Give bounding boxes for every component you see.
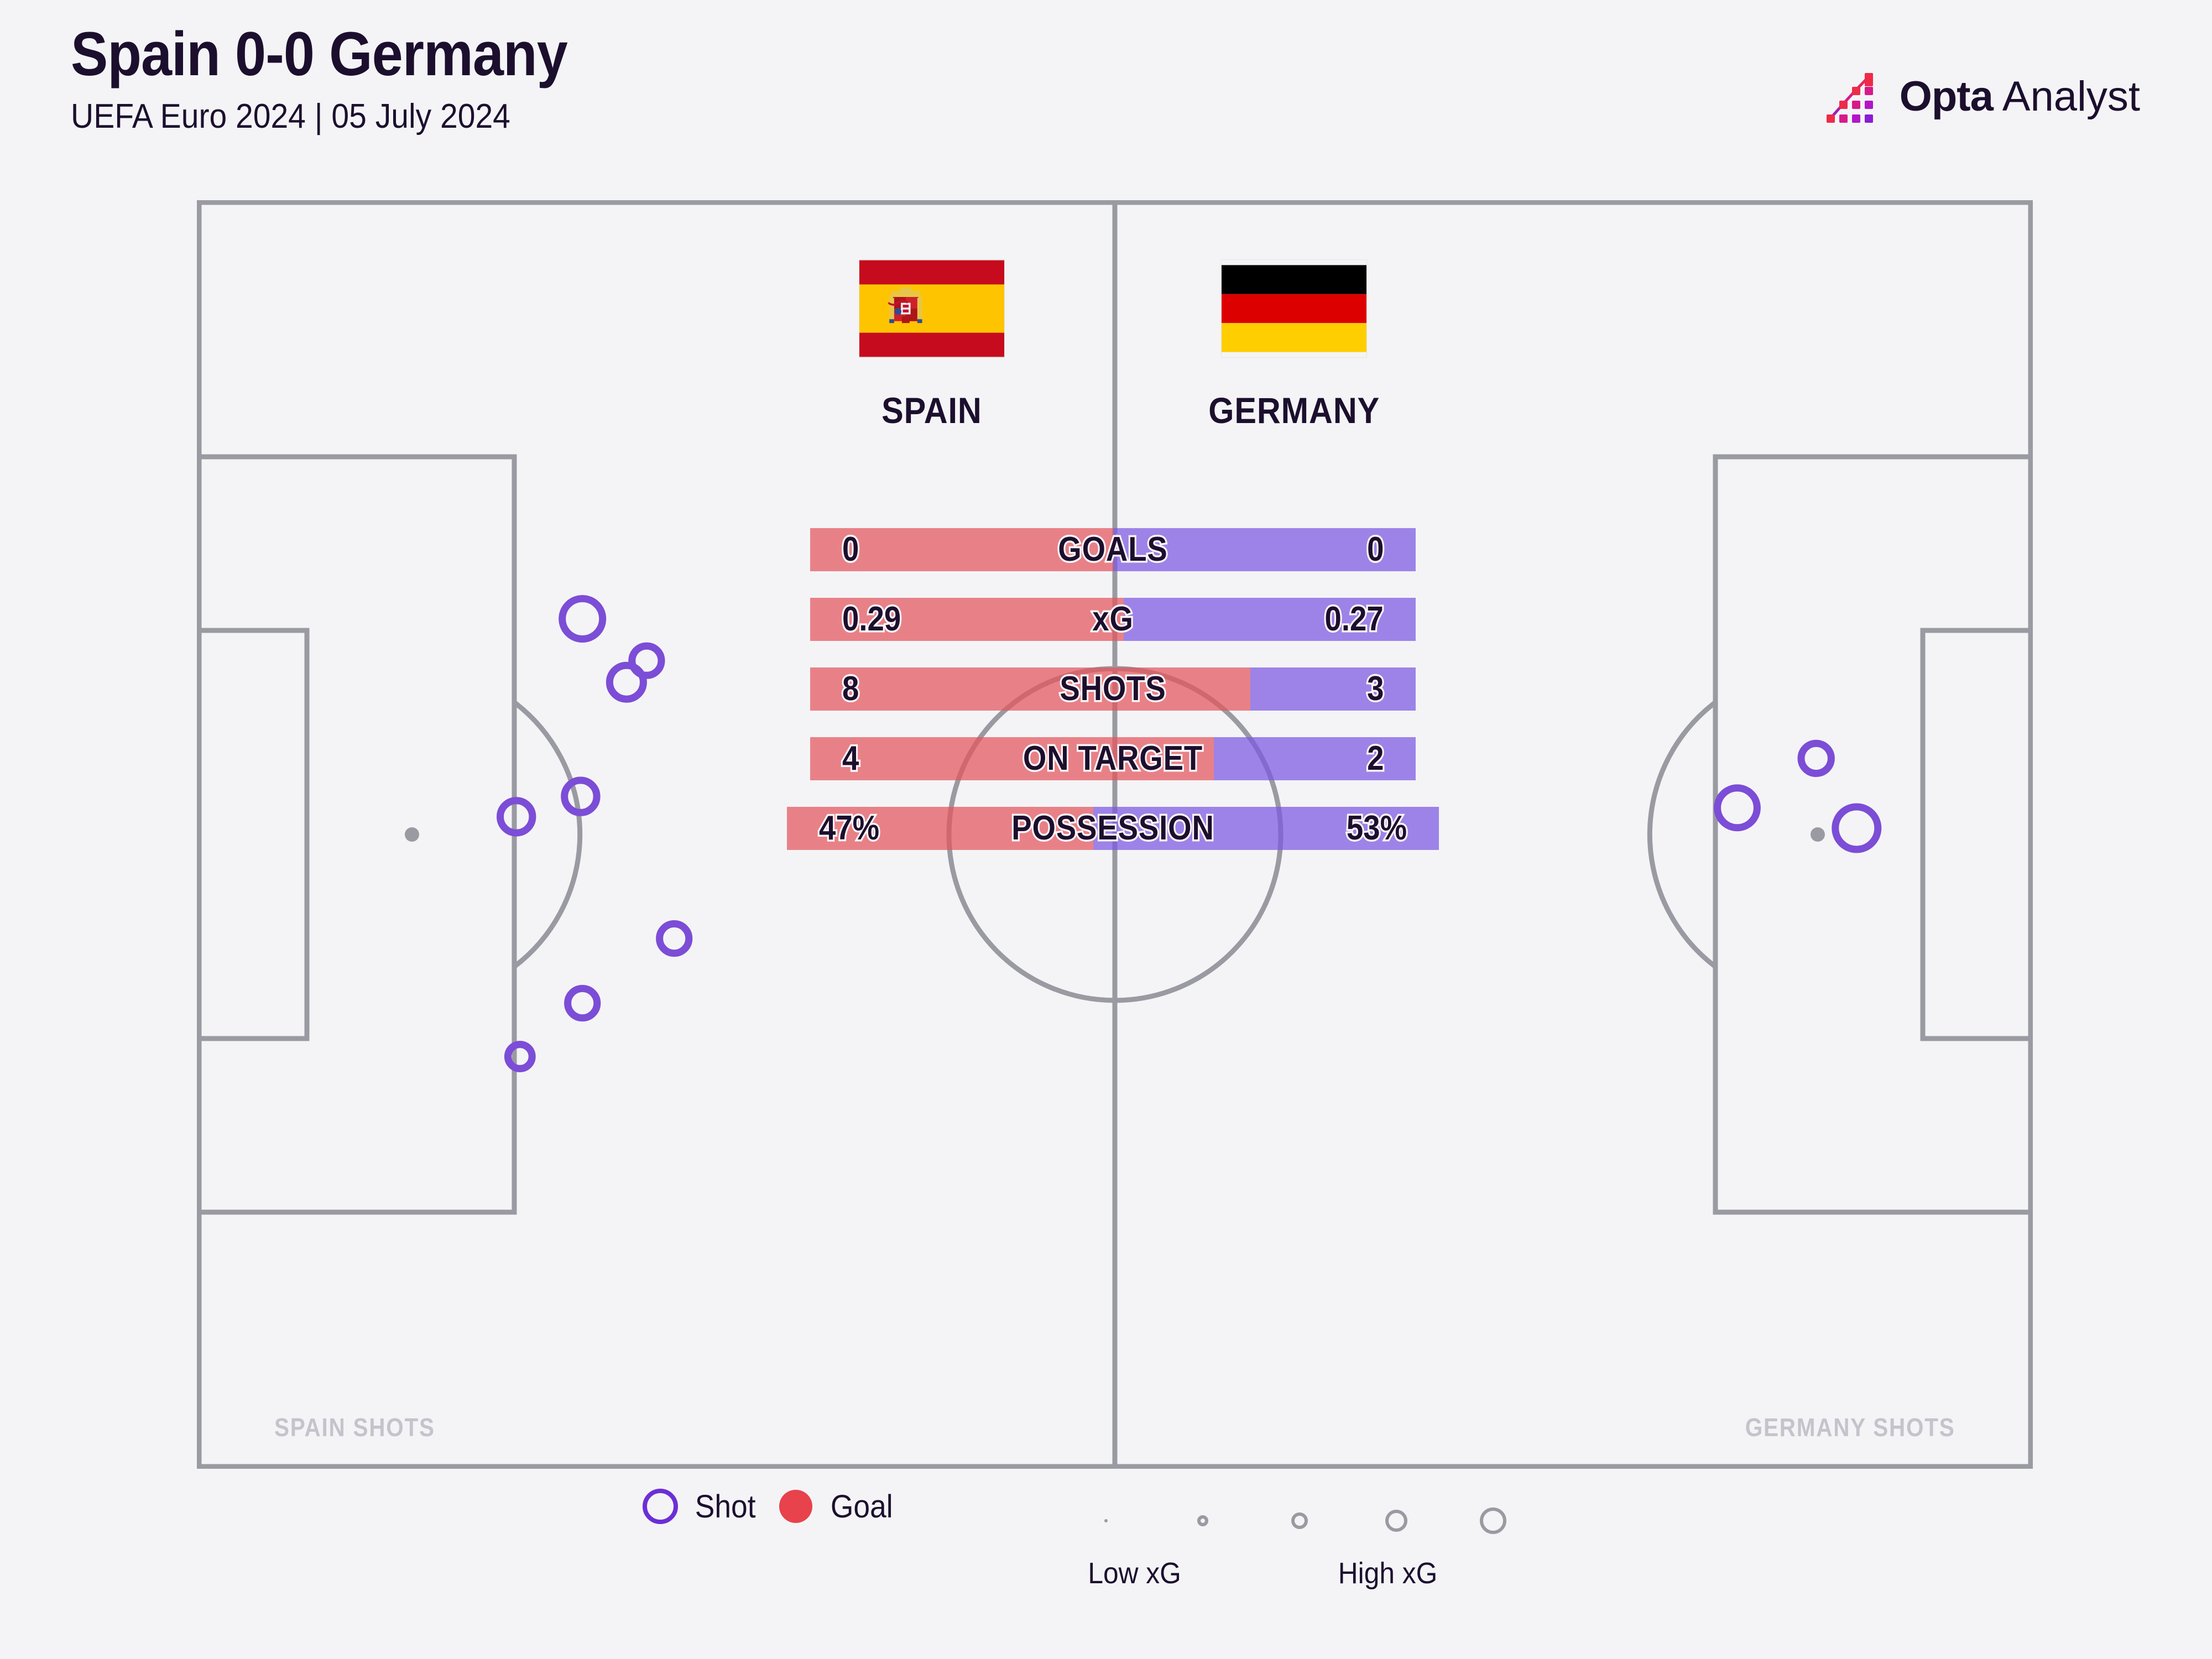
shot-marker <box>559 595 607 643</box>
stat-value-away: 0 <box>1365 529 1386 571</box>
xg-size-circle <box>1197 1515 1208 1526</box>
stat-value-away: 2 <box>1365 738 1386 780</box>
page-title: Spain 0-0 Germany <box>71 19 568 88</box>
brand-light: Analyst <box>1992 73 2140 120</box>
stat-label: xG <box>1091 598 1135 640</box>
stat-row: 8 SHOTS 3 <box>810 667 1416 711</box>
legend-shot-label: Shot <box>695 1488 756 1525</box>
spain-flag <box>859 260 1004 357</box>
team-home: SPAIN <box>810 260 1053 492</box>
team-home-name: SPAIN <box>881 390 982 431</box>
legend-goal: Goal <box>777 1488 896 1525</box>
legend-high-xg-label: High xG <box>1338 1557 1438 1590</box>
stat-value-away: 3 <box>1365 668 1386 710</box>
legend-marker-types: Shot Goal <box>641 1488 896 1525</box>
stat-comparison-bars: 0 GOALS 0 0.29 xG 0.27 8 SHOTS 3 4 ON TARGET 2 47% PO… <box>787 528 1439 877</box>
stat-label: ON TARGET <box>1021 738 1204 780</box>
opta-analyst-logo: Opta Analyst <box>1824 66 2140 127</box>
opta-wordmark: Opta Analyst <box>1900 76 2140 118</box>
xg-size-circle <box>1480 1507 1506 1534</box>
stat-row: 0.29 xG 0.27 <box>810 598 1416 641</box>
team-away-name: GERMANY <box>1208 390 1380 431</box>
shot-marker <box>504 1041 536 1072</box>
legend-low-xg-label: Low xG <box>1088 1557 1181 1590</box>
brand-bold: Opta <box>1899 73 1994 120</box>
xg-size-circle <box>1104 1519 1108 1522</box>
shot-marker <box>564 985 601 1022</box>
team-away: GERMANY <box>1172 260 1416 492</box>
legend-shot: Shot <box>641 1488 758 1525</box>
xg-size-circle <box>1385 1510 1407 1532</box>
stat-label: SHOTS <box>1058 668 1167 710</box>
right-pitch-label: GERMANY SHOTS <box>1745 1413 1955 1442</box>
xg-size-circle <box>1291 1512 1308 1529</box>
shot-marker <box>606 661 647 703</box>
legend: Shot Goal Low xG High xG <box>0 1488 2212 1631</box>
header: Spain 0-0 Germany UEFA Euro 2024 | 05 Ju… <box>0 0 2212 188</box>
legend-goal-label: Goal <box>831 1488 893 1525</box>
stat-row: 47% POSSESSION 53% <box>787 807 1439 850</box>
xg-size-row <box>1084 1488 1637 1554</box>
stat-label: POSSESSION <box>1010 807 1215 849</box>
shot-marker <box>561 776 601 816</box>
legend-xg-scale: Low xG High xG <box>1084 1488 1637 1590</box>
shot-circle-icon <box>643 1489 678 1524</box>
shot-marker <box>1797 739 1835 778</box>
stat-row: 0 GOALS 0 <box>810 528 1416 571</box>
stat-value-away: 0.27 <box>1323 598 1385 640</box>
opta-staircase-icon <box>1826 73 1873 123</box>
shot-marker <box>1714 784 1761 832</box>
goal-circle-icon <box>779 1490 813 1523</box>
page-subtitle: UEFA Euro 2024 | 05 July 2024 <box>71 97 510 135</box>
stat-label: GOALS <box>1056 529 1169 571</box>
team-header-row: SPAIN GERMANY <box>810 260 1416 492</box>
stat-row: 4 ON TARGET 2 <box>810 737 1416 780</box>
germany-flag <box>1222 265 1366 352</box>
shot-marker <box>1832 803 1882 853</box>
stat-value-away: 53% <box>1345 807 1408 849</box>
left-pitch-label: SPAIN SHOTS <box>274 1413 435 1442</box>
shot-marker <box>656 920 693 957</box>
